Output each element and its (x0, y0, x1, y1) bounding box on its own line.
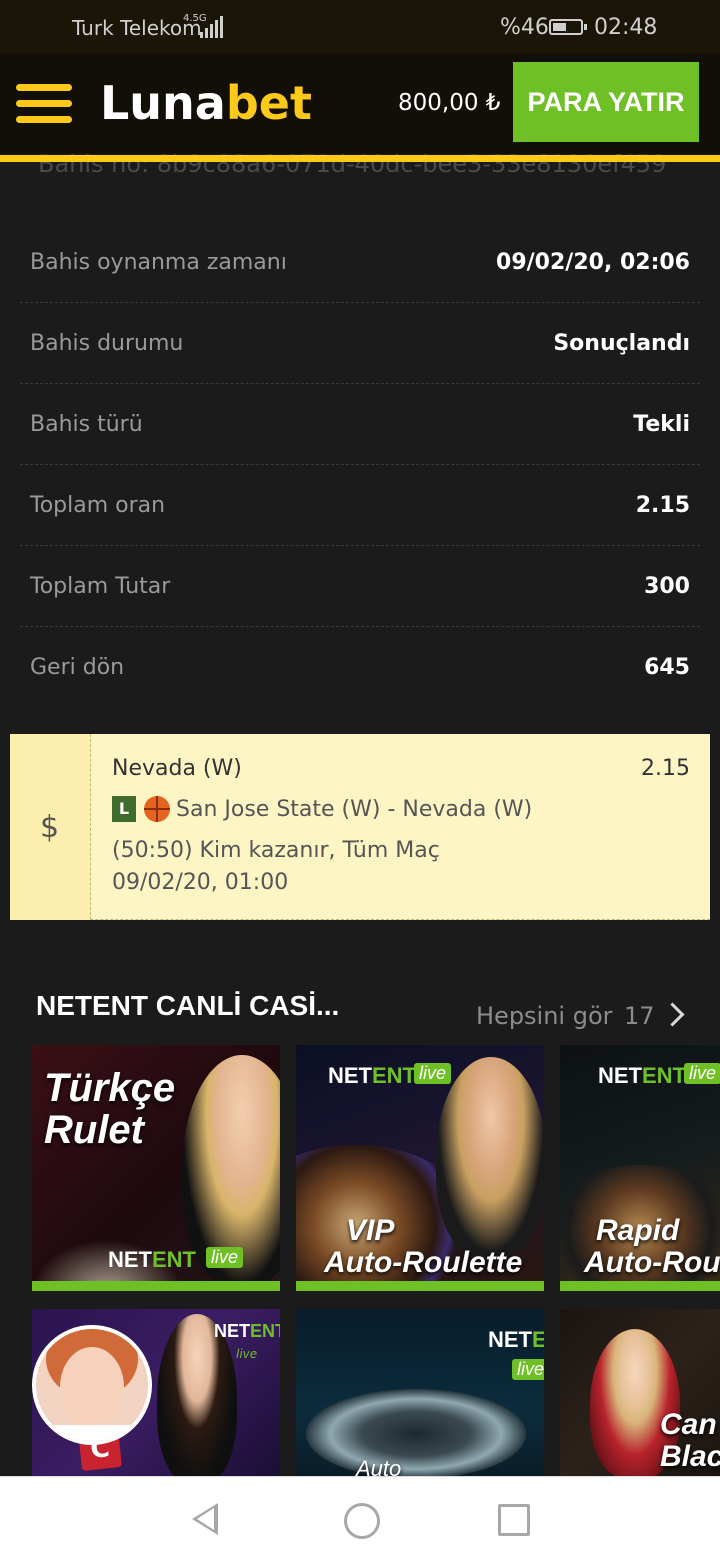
system-navigation-bar (0, 1476, 720, 1561)
live-tag: live (684, 1063, 720, 1084)
see-all-link[interactable]: Hepsini gör (476, 1002, 613, 1030)
tile-accent (560, 1281, 720, 1291)
detail-value: 300 (644, 573, 690, 599)
basketball-icon (144, 796, 170, 822)
detail-row: Geri dön 645 (20, 627, 700, 707)
selection-market: (50:50) Kim kazanır, Tüm Maç (112, 838, 440, 863)
live-badge: L (112, 796, 136, 822)
see-all-count[interactable]: 17 (624, 1002, 655, 1030)
tile-title-line1: Rapid (596, 1214, 680, 1247)
dollar-icon: $ (40, 810, 60, 845)
recent-apps-icon[interactable] (498, 1504, 530, 1536)
detail-label: Bahis durumu (30, 330, 184, 356)
back-icon[interactable] (192, 1503, 218, 1535)
detail-row: Bahis oynanma zamanı 09/02/20, 02:06 (20, 222, 700, 303)
selection-time: 09/02/20, 01:00 (112, 870, 289, 895)
detail-row: Toplam Tutar 300 (20, 546, 700, 627)
bet-selection-card[interactable]: $ Nevada (W) 2.15 L San Jose State (W) -… (10, 734, 710, 920)
game-tile[interactable]: Türkçe Rulet NETENT live (32, 1045, 280, 1291)
netent-logo: NETENT (108, 1247, 196, 1272)
tile-accent (296, 1281, 544, 1291)
support-avatar-button[interactable] (32, 1325, 152, 1445)
home-icon[interactable] (344, 1503, 380, 1539)
netent-logo: NETENT (328, 1063, 416, 1088)
live-tag: live (236, 1347, 258, 1361)
live-tag: live (512, 1359, 544, 1380)
tile-accent (32, 1281, 280, 1291)
battery-icon (549, 19, 587, 35)
game-tile[interactable]: NETE live Auto (296, 1309, 544, 1479)
detail-value: Sonuçlandı (553, 330, 690, 356)
balance[interactable]: 800,00 ₺ (398, 90, 500, 116)
detail-value: 645 (644, 654, 690, 680)
detail-label: Toplam oran (30, 492, 166, 518)
netent-logo: NETENT (598, 1063, 686, 1088)
tile-title-line1: Türkçe (44, 1066, 176, 1110)
detail-value: Tekli (633, 411, 690, 437)
detail-value: 09/02/20, 02:06 (496, 249, 690, 275)
logo[interactable]: Lunabet (100, 76, 312, 130)
tile-title-line2: Auto-Rou (584, 1245, 720, 1279)
logo-text-bet: bet (225, 76, 312, 130)
bet-details: Bahis oynanma zamanı 09/02/20, 02:06 Bah… (20, 222, 700, 707)
detail-value: 2.15 (635, 492, 690, 518)
header-divider (0, 155, 720, 162)
selection-team: Nevada (W) (112, 756, 242, 781)
detail-label: Geri dön (30, 654, 125, 680)
detail-label: Bahis oynanma zamanı (30, 249, 287, 275)
match-name: San Jose State (W) - Nevada (W) (176, 796, 533, 822)
live-tag: live (414, 1063, 452, 1084)
game-tile[interactable]: NETENT live VIP Auto-Roulette (296, 1045, 544, 1291)
detail-row: Bahis durumu Sonuçlandı (20, 303, 700, 384)
detail-label: Bahis türü (30, 411, 143, 437)
chevron-right-icon[interactable] (660, 1002, 685, 1027)
menu-icon[interactable] (16, 84, 72, 124)
game-tile[interactable]: Can Blac (560, 1309, 720, 1479)
detail-row: Toplam oran 2.15 (20, 465, 700, 546)
game-tile[interactable]: NETENT live Rapid Auto-Rou (560, 1045, 720, 1291)
netent-logo: NETE (488, 1327, 544, 1352)
tile-title-line1: VIP (346, 1214, 395, 1247)
status-bar: Turk Telekom 4.5G %46 02:48 (0, 0, 720, 54)
logo-text-luna: Luna (100, 76, 226, 130)
tile-title-line2: Rulet (44, 1108, 144, 1152)
tile-title-line2: Blac (660, 1439, 720, 1473)
detail-label: Toplam Tutar (30, 573, 171, 599)
deposit-button[interactable]: PARA YATIR (513, 62, 699, 142)
section-title: NETENT CANLİ CASİ... (36, 990, 340, 1021)
netent-logo: NETENT (214, 1321, 280, 1341)
tile-title-line1: Can (660, 1408, 717, 1441)
app-header: Lunabet 800,00 ₺ PARA YATIR (0, 54, 720, 162)
signal-icon (200, 16, 226, 38)
detail-row: Bahis türü Tekli (20, 384, 700, 465)
selection-icon-column: $ (10, 734, 91, 920)
battery-percent: %46 (500, 15, 549, 40)
tile-title-line2: Auto-Roulette (324, 1245, 523, 1279)
live-tag: live (206, 1247, 244, 1268)
roulette-wheel-image (306, 1389, 526, 1479)
clock: 02:48 (594, 15, 658, 40)
selection-odd: 2.15 (641, 756, 690, 781)
selection-match: L San Jose State (W) - Nevada (W) (112, 796, 532, 822)
